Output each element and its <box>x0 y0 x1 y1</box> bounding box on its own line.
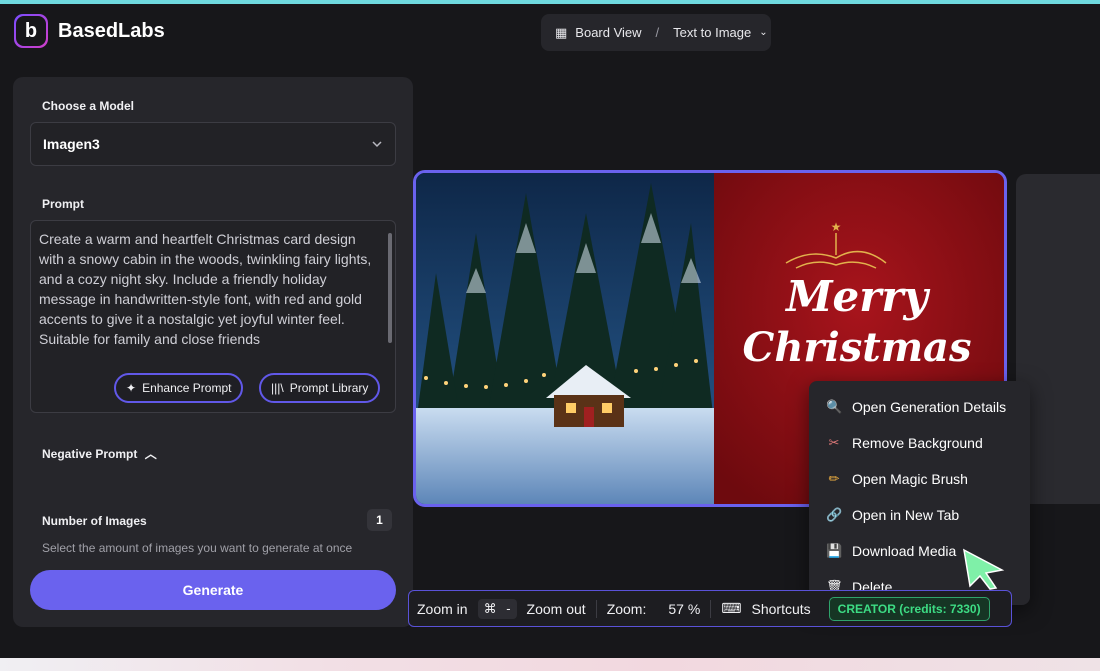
prompt-label: Prompt <box>42 197 84 211</box>
prompt-textarea[interactable]: Create a warm and heartfelt Christmas ca… <box>30 220 396 413</box>
prompt-text[interactable]: Create a warm and heartfelt Christmas ca… <box>39 229 381 349</box>
card-line-christmas: Christmas <box>743 324 972 371</box>
chevron-up-icon: ︿ <box>144 447 157 461</box>
svg-text:★: ★ <box>831 220 842 234</box>
breadcrumb-board-view[interactable]: Board View <box>575 25 641 40</box>
app-name: BasedLabs <box>58 19 165 42</box>
toolbar-divider <box>595 599 597 618</box>
sparkle-icon: ✦ <box>126 381 137 395</box>
logo-mark-icon: b <box>14 14 48 48</box>
menu-item-label: Open Generation Details <box>852 399 1007 415</box>
search-icon: 🔍 <box>826 399 843 414</box>
menu-item-label: Download Media <box>852 543 957 559</box>
zoom-in-button[interactable]: Zoom in <box>417 601 468 617</box>
menu-open-generation-details[interactable]: 🔍 Open Generation Details <box>809 389 1030 425</box>
menu-item-label: Remove Background <box>852 435 983 451</box>
shortcuts-button[interactable]: Shortcuts <box>752 601 811 617</box>
number-of-images-label: Number of Images <box>42 514 147 528</box>
number-of-images-helper: Select the amount of images you want to … <box>42 541 353 555</box>
grid-icon: ▦ <box>555 24 568 40</box>
floppy-icon: 💾 <box>826 543 843 558</box>
menu-item-label: Open Magic Brush <box>852 471 968 487</box>
prompt-library-label: Prompt Library <box>289 381 369 395</box>
minus-glyph: - <box>506 600 511 616</box>
zoom-toolbar: Zoom in ⌘ - Zoom out Zoom: 57 % ⌨ Shortc… <box>408 590 1012 627</box>
enhance-prompt-label: Enhance Prompt <box>142 381 232 395</box>
zoom-out-button[interactable]: Zoom out <box>527 601 586 617</box>
enhance-prompt-button[interactable]: ✦ Enhance Prompt <box>114 373 244 403</box>
brush-icon: ✏ <box>828 471 840 486</box>
card-line-merry: Merry <box>784 272 930 321</box>
prompt-library-button[interactable]: |||\ Prompt Library <box>259 373 381 403</box>
toolbar-divider <box>710 599 712 618</box>
generation-panel: Choose a Model Imagen3 Prompt Create a w… <box>13 77 413 627</box>
chevron-down-icon[interactable]: ⌄ <box>759 27 767 38</box>
menu-open-magic-brush[interactable]: ✏ Open Magic Brush <box>809 461 1030 497</box>
image-count-badge[interactable]: 1 <box>367 509 392 531</box>
menu-open-in-new-tab[interactable]: 🔗 Open in New Tab <box>809 497 1030 533</box>
zoom-label: Zoom: <box>606 600 647 617</box>
breadcrumb-separator: / <box>655 25 660 40</box>
pointer-cursor-icon <box>963 548 1005 590</box>
link-icon: 🔗 <box>826 507 843 522</box>
zoom-value[interactable]: 57 % <box>668 601 700 617</box>
menu-item-label: Open in New Tab <box>852 507 960 523</box>
scissors-icon: ✂ <box>828 435 840 450</box>
window-accent-line <box>0 0 1100 4</box>
os-taskbar <box>0 658 1100 671</box>
generate-button[interactable]: Generate <box>30 570 396 610</box>
command-key-icon: ⌘ - <box>477 598 517 619</box>
negative-prompt-toggle[interactable]: Negative Prompt ︿ <box>42 445 157 462</box>
chevron-down-icon <box>372 141 382 148</box>
credits-badge[interactable]: CREATOR (credits: 7330) <box>828 596 990 621</box>
keyboard-icon: ⌨ <box>721 600 742 616</box>
breadcrumb-current[interactable]: Text to Image <box>673 25 751 40</box>
menu-remove-background[interactable]: ✂ Remove Background <box>809 425 1030 461</box>
model-value: Imagen3 <box>43 136 100 152</box>
library-icon: |||\ <box>271 381 284 395</box>
negative-prompt-label: Negative Prompt <box>42 447 138 461</box>
prompt-scrollbar[interactable] <box>388 233 392 343</box>
cmd-glyph: ⌘ <box>483 600 497 616</box>
breadcrumb: ▦ Board View / Text to Image ⌄ <box>541 14 771 51</box>
model-select[interactable]: Imagen3 <box>30 122 396 166</box>
app-logo[interactable]: b BasedLabs <box>14 14 165 48</box>
model-label: Choose a Model <box>42 99 135 113</box>
